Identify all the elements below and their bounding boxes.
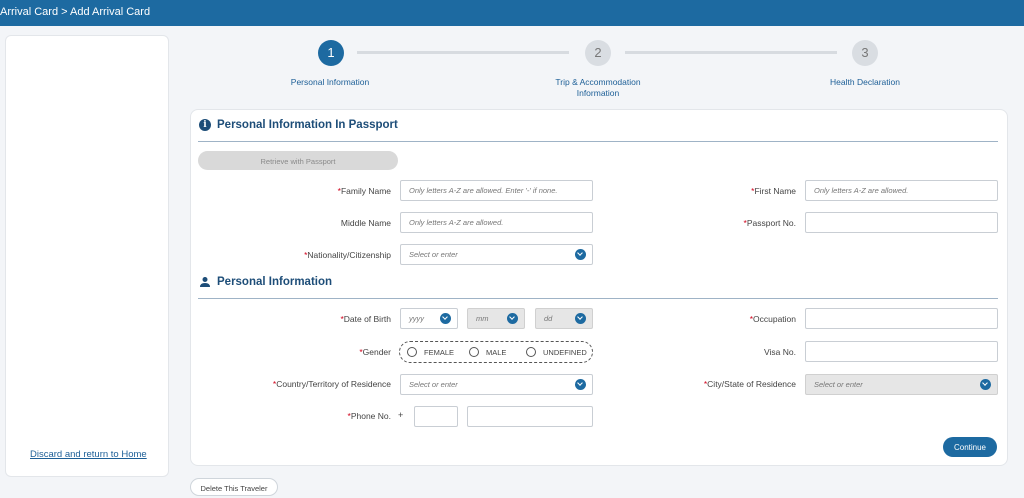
family-name-label: *Family Name [337,186,391,196]
country-residence-select[interactable]: Select or enter [400,374,593,395]
step-connector-2 [625,51,837,54]
chevron-down-icon [980,379,991,390]
dob-day-placeholder: dd [544,314,553,323]
dob-month-select[interactable]: mm [467,308,525,329]
phone-country-code-input[interactable] [414,406,458,427]
personal-section-title: Personal Information [199,276,332,288]
occupation-input[interactable] [805,308,998,329]
section-divider [198,141,998,142]
step-3-circle[interactable]: 3 [852,40,878,66]
phone-number-input[interactable] [467,406,593,427]
visa-input[interactable] [805,341,998,362]
delete-traveler-button[interactable]: Delete This Traveler [190,478,278,496]
passport-no-label: *Passport No. [743,218,796,228]
step-3-label: Health Declaration [830,77,900,87]
step-1-circle[interactable]: 1 [318,40,344,66]
chevron-down-icon [575,379,586,390]
chevron-down-icon [440,313,451,324]
gender-undefined-label[interactable]: UNDEFINED [543,348,587,357]
city-residence-label: *City/State of Residence [703,379,796,389]
first-name-input[interactable]: Only letters A-Z are allowed. [805,180,998,201]
section-divider [198,298,998,299]
gender-undefined-radio[interactable] [526,347,536,357]
left-panel: Discard and return to Home [5,35,169,477]
user-icon [200,277,210,287]
passport-section-title-text: Personal Information In Passport [217,119,398,131]
country-residence-label: *Country/Territory of Residence [272,379,391,389]
dob-label: *Date of Birth [340,314,391,324]
passport-no-input[interactable] [805,212,998,233]
dob-day-select[interactable]: dd [535,308,593,329]
breadcrumb: Arrival Card > Add Arrival Card [0,6,151,18]
gender-label: *Gender [359,347,391,357]
nationality-select[interactable]: Select or enter [400,244,593,265]
phone-label: *Phone No. [347,411,391,421]
retrieve-passport-button[interactable]: Retrieve with Passport [198,151,398,170]
gender-male-label[interactable]: MALE [486,348,506,357]
dob-year-placeholder: yyyy [409,314,424,323]
chevron-down-icon [507,313,518,324]
discard-link[interactable]: Discard and return to Home [30,449,147,460]
step-1-label: Personal Information [290,77,370,87]
passport-section-title: i Personal Information In Passport [199,119,398,131]
chevron-down-icon [575,249,586,260]
info-icon: i [199,119,211,131]
gender-female-radio[interactable] [407,347,417,357]
dob-year-select[interactable]: yyyy [400,308,458,329]
step-2-label: Trip & Accommodation Information [555,77,641,98]
nationality-placeholder: Select or enter [409,250,458,259]
continue-button[interactable]: Continue [943,437,997,457]
phone-plus-sign: + [398,410,404,420]
country-placeholder: Select or enter [409,380,458,389]
gender-female-label[interactable]: FEMALE [424,348,454,357]
first-name-label: *First Name [751,186,796,196]
top-bar: Arrival Card > Add Arrival Card [0,0,1024,26]
personal-section-title-text: Personal Information [217,276,333,288]
visa-label: Visa No. [764,347,796,357]
gender-male-radio[interactable] [469,347,479,357]
middle-name-input[interactable]: Only letters A-Z are allowed. [400,212,593,233]
middle-name-label: Middle Name [340,218,391,228]
step-2-circle[interactable]: 2 [585,40,611,66]
chevron-down-icon [575,313,586,324]
family-name-input[interactable]: Only letters A-Z are allowed. Enter '-' … [400,180,593,201]
nationality-label: *Nationality/Citizenship [304,250,391,260]
occupation-label: *Occupation [749,314,796,324]
gender-radio-group: FEMALE MALE UNDEFINED [399,341,593,363]
dob-month-placeholder: mm [476,314,489,323]
step-connector-1 [357,51,569,54]
city-placeholder: Select or enter [814,380,863,389]
city-residence-select[interactable]: Select or enter [805,374,998,395]
